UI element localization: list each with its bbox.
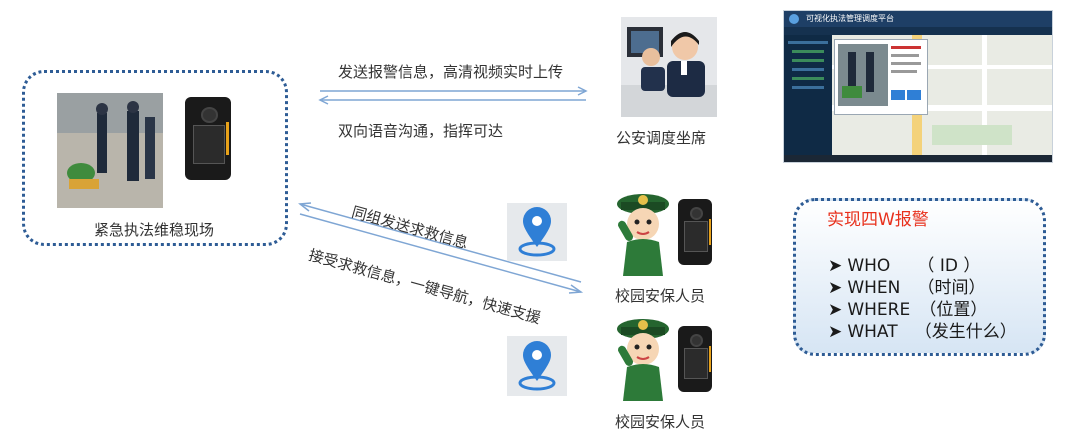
- four-w-item-what: ➤ WHAT （发生什么）: [828, 317, 1017, 342]
- four-w-key: WHAT: [847, 322, 898, 342]
- bodycam-guard-2: [678, 326, 712, 392]
- scene-label: 紧急执法维稳现场: [94, 221, 215, 239]
- guard-label-2: 校园安保人员: [615, 413, 706, 431]
- bodycam-guard-1: [678, 199, 712, 265]
- arrow-bottom-label: 双向语音沟通，指挥可达: [338, 122, 504, 140]
- location-pin-icon-2: [507, 336, 567, 396]
- dispatch-label: 公安调度坐席: [616, 129, 707, 147]
- bidirectional-arrow-top: [318, 86, 588, 105]
- arrow-top-label: 发送报警信息，高清视频实时上传: [338, 63, 564, 81]
- platform-screenshot: 可视化执法管理调度平台: [783, 10, 1053, 163]
- guard-label-1: 校园安保人员: [615, 287, 706, 305]
- location-pin-icon-1: [507, 203, 567, 261]
- four-w-desc: （发生什么）: [914, 322, 1017, 342]
- guard-cartoon-1: [613, 190, 673, 276]
- four-w-title: 实现四W报警: [827, 210, 929, 230]
- scene-photo: [57, 93, 163, 208]
- guard-cartoon-2: [613, 315, 673, 401]
- dispatcher-photo: [621, 17, 717, 117]
- arrowhead-bullet-icon: ➤: [828, 322, 843, 342]
- bodycam-scene: [185, 97, 231, 180]
- platform-title: 可视化执法管理调度平台: [806, 14, 894, 23]
